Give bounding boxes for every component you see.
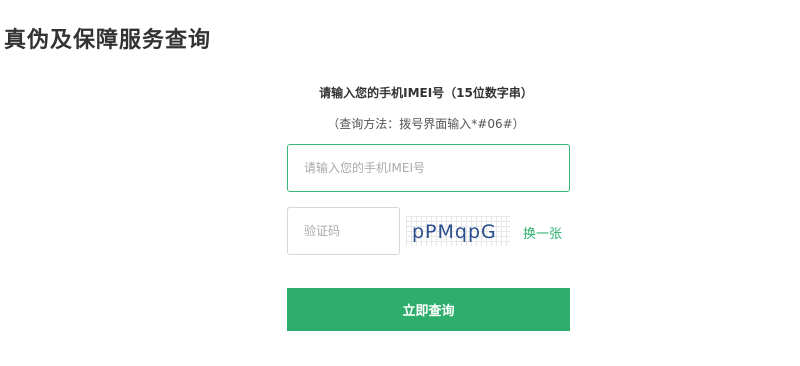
captcha-input[interactable] [287,207,400,255]
imei-input[interactable] [287,144,570,192]
captcha-text: pPMqpG [412,221,497,243]
refresh-captcha-link[interactable]: 换一张 [523,223,562,242]
captcha-graphic: pPMqpG [412,221,497,243]
captcha-image[interactable]: pPMqpG [406,216,510,246]
page-title: 真伪及保障服务查询 [4,28,212,53]
imei-hint: （查询方法：拨号界面输入*#06#） [327,117,525,131]
page: 真伪及保障服务查询 请输入您的手机IMEI号（15位数字串） （查询方法：拨号界… [0,0,800,366]
submit-query-button[interactable]: 立即查询 [287,288,570,331]
imei-prompt: 请输入您的手机IMEI号（15位数字串） [319,86,533,100]
